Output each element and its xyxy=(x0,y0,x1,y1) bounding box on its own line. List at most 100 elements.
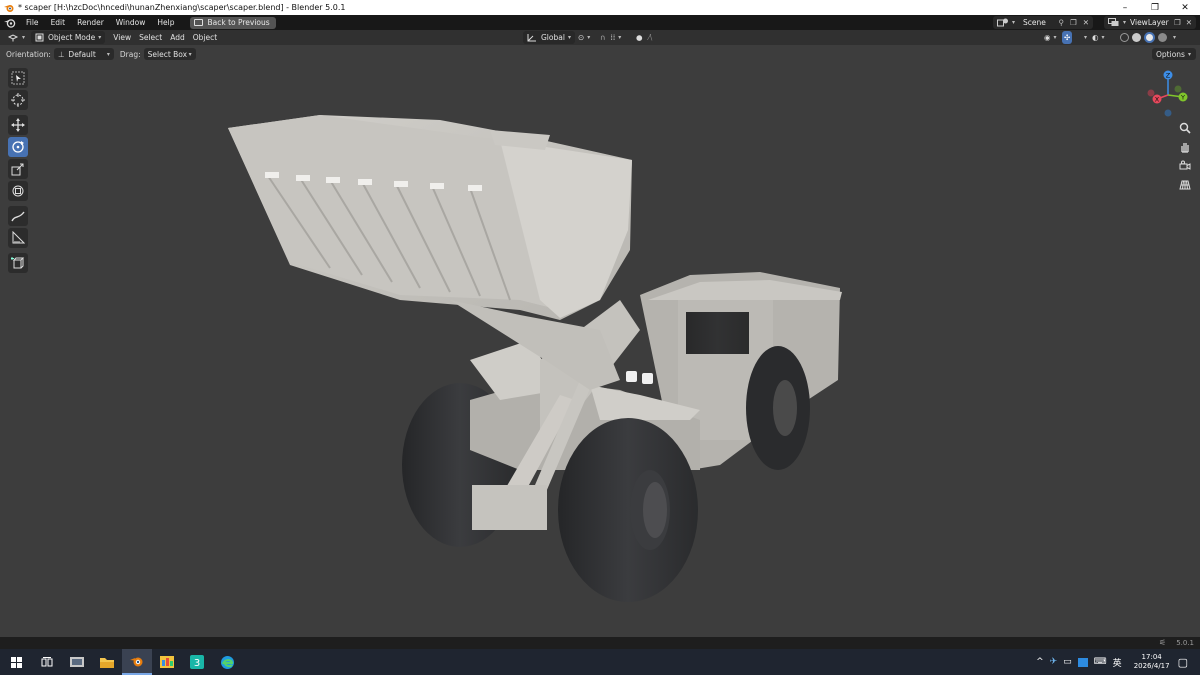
windows-taskbar: 3 ^ ✈ ▭ ⌨ 英 17:04 2026/4/17 ▢ xyxy=(0,649,1200,675)
transform-orientation-dropdown[interactable]: Global ▾ xyxy=(523,31,575,44)
camera-icon xyxy=(1179,160,1191,170)
blender-menu-icon[interactable] xyxy=(3,17,17,29)
rotate-tool[interactable] xyxy=(8,137,28,157)
annotate-tool-icon xyxy=(11,211,25,222)
taskbar-edge[interactable] xyxy=(212,649,242,675)
remove-scene-icon[interactable]: ✕ xyxy=(1083,18,1089,27)
chevron-down-icon: ▾ xyxy=(587,34,591,41)
pan-button[interactable] xyxy=(1177,139,1193,155)
taskbar-blender[interactable] xyxy=(122,649,152,675)
3d-viewport[interactable]: Z Y X xyxy=(0,45,1200,637)
tray-keyboard-icon[interactable]: ⌨ xyxy=(1094,657,1107,667)
close-button[interactable]: ✕ xyxy=(1170,0,1200,15)
gizmo-toggle[interactable]: ✣ xyxy=(1062,31,1073,44)
taskbar-clock[interactable]: 17:04 2026/4/17 xyxy=(1134,653,1170,671)
minimize-button[interactable]: – xyxy=(1110,0,1140,15)
task-view-icon xyxy=(41,657,53,667)
view-layer-selector[interactable]: ▾ ViewLayer ❐ ✕ xyxy=(1104,16,1196,29)
transform-tool-icon xyxy=(12,185,24,197)
editor-type-button[interactable]: ▾ xyxy=(4,31,29,44)
scale-tool[interactable] xyxy=(8,159,28,179)
window-title-bar: * scaper [H:\hzcDoc\hncedi\hunanZhenxian… xyxy=(0,0,1200,15)
annotate-tool[interactable] xyxy=(8,206,28,226)
app-icon xyxy=(160,656,174,668)
screen-icon xyxy=(194,19,204,26)
select-box-tool-icon xyxy=(11,71,25,85)
visibility-dropdown[interactable]: ◉ ▾ xyxy=(1040,31,1061,44)
ime-indicator[interactable]: 英 xyxy=(1113,656,1122,669)
scaper-model-render[interactable] xyxy=(0,45,1200,637)
maximize-button[interactable]: ❐ xyxy=(1140,0,1170,15)
perspective-toggle-button[interactable] xyxy=(1177,177,1193,193)
rotate-tool-icon xyxy=(12,141,24,153)
orientation-dropdown[interactable]: ⊥ Default ▾ xyxy=(53,48,114,60)
solid-shading-icon[interactable] xyxy=(1132,33,1141,42)
grid-perspective-icon xyxy=(1179,180,1191,190)
move-tool[interactable] xyxy=(8,115,28,135)
window-title: * scaper [H:\hzcDoc\hncedi\hunanZhenxian… xyxy=(18,3,346,12)
camera-view-button[interactable] xyxy=(1177,158,1193,174)
menu-view[interactable]: View xyxy=(109,31,135,44)
gizmo-neg-z-axis[interactable] xyxy=(1164,109,1172,117)
taskbar-app[interactable] xyxy=(152,649,182,675)
back-to-previous-button[interactable]: Back to Previous xyxy=(190,16,276,29)
scene-name: Scene xyxy=(1023,18,1046,27)
notification-icon[interactable]: ▢ xyxy=(1178,656,1188,669)
select-box-tool[interactable] xyxy=(8,68,28,88)
overlays-toggle[interactable]: ◐ ▾ xyxy=(1088,31,1109,44)
chevron-down-icon: ▾ xyxy=(1101,34,1105,41)
start-button[interactable] xyxy=(0,649,32,675)
pivot-point-dropdown[interactable]: ⊙ ▾ xyxy=(574,31,594,44)
menu-edit[interactable]: Edit xyxy=(45,15,72,30)
zoom-button[interactable] xyxy=(1177,120,1193,136)
menu-add[interactable]: Add xyxy=(166,31,189,44)
remove-view-layer-icon[interactable]: ✕ xyxy=(1186,18,1192,27)
options-label: Options xyxy=(1156,49,1185,59)
chevron-down-icon[interactable]: ▾ xyxy=(1173,34,1176,41)
tray-app-icon[interactable]: ✈ xyxy=(1050,657,1058,667)
options-dropdown[interactable]: Options ▾ xyxy=(1152,48,1196,60)
transform-tool[interactable] xyxy=(8,181,28,201)
gizmo-neg-y-axis[interactable] xyxy=(1174,85,1182,93)
version-label: 5.0.1 xyxy=(1176,639,1194,647)
overlays-icon: ◐ xyxy=(1092,33,1099,42)
svg-text:3: 3 xyxy=(194,658,200,669)
proportional-editing-toggle[interactable]: ● ⁄\ xyxy=(632,31,656,44)
object-mode-dropdown[interactable]: Object Mode ▾ xyxy=(31,31,106,44)
pin-icon[interactable]: ⚲ xyxy=(1058,18,1064,27)
material-shading-icon[interactable] xyxy=(1144,32,1155,43)
clock-date: 2026/4/17 xyxy=(1133,662,1170,670)
menu-render[interactable]: Render xyxy=(71,15,110,30)
tray-network-icon[interactable]: ▭ xyxy=(1063,657,1072,667)
add-cube-tool[interactable] xyxy=(8,253,28,273)
3d-viewport-icon xyxy=(8,34,19,42)
gizmo-icon: ✣ xyxy=(1064,33,1071,42)
rendered-shading-icon[interactable] xyxy=(1158,33,1167,42)
taskbar-file-explorer[interactable] xyxy=(62,649,92,675)
menu-help[interactable]: Help xyxy=(151,15,180,30)
view-layer-icon xyxy=(1108,18,1119,26)
menu-object[interactable]: Object xyxy=(189,31,221,44)
navigation-gizmo[interactable]: Z Y X xyxy=(1143,67,1193,117)
snap-toggle[interactable]: ∩ ⁞⁞ ▾ xyxy=(596,31,625,44)
tray-cloud-icon[interactable] xyxy=(1077,657,1088,667)
orientation-value: Default xyxy=(68,49,96,59)
scene-selector[interactable]: ▾ Scene ⚲ ❐ ✕ xyxy=(993,16,1093,29)
taskbar-app-3[interactable]: 3 xyxy=(182,649,212,675)
chevron-down-icon[interactable]: ▾ xyxy=(1084,34,1087,41)
wireframe-shading-icon[interactable] xyxy=(1120,33,1129,42)
tray-show-hidden-icon[interactable]: ^ xyxy=(1036,657,1044,667)
menu-file[interactable]: File xyxy=(20,15,45,30)
task-view-button[interactable] xyxy=(32,649,62,675)
copy-view-layer-icon[interactable]: ❐ xyxy=(1174,18,1181,27)
measure-tool[interactable] xyxy=(8,228,28,248)
cursor-tool[interactable] xyxy=(8,90,28,110)
menu-window[interactable]: Window xyxy=(110,15,152,30)
drag-dropdown[interactable]: Select Box ▾ xyxy=(143,48,196,60)
taskbar-folder[interactable] xyxy=(92,649,122,675)
menu-select[interactable]: Select xyxy=(135,31,166,44)
copy-scene-icon[interactable]: ❐ xyxy=(1070,18,1077,27)
proportional-edit-icon: ● xyxy=(636,33,643,42)
gizmo-neg-x-axis[interactable] xyxy=(1147,89,1155,97)
orientation-label: Orientation: xyxy=(6,49,51,59)
